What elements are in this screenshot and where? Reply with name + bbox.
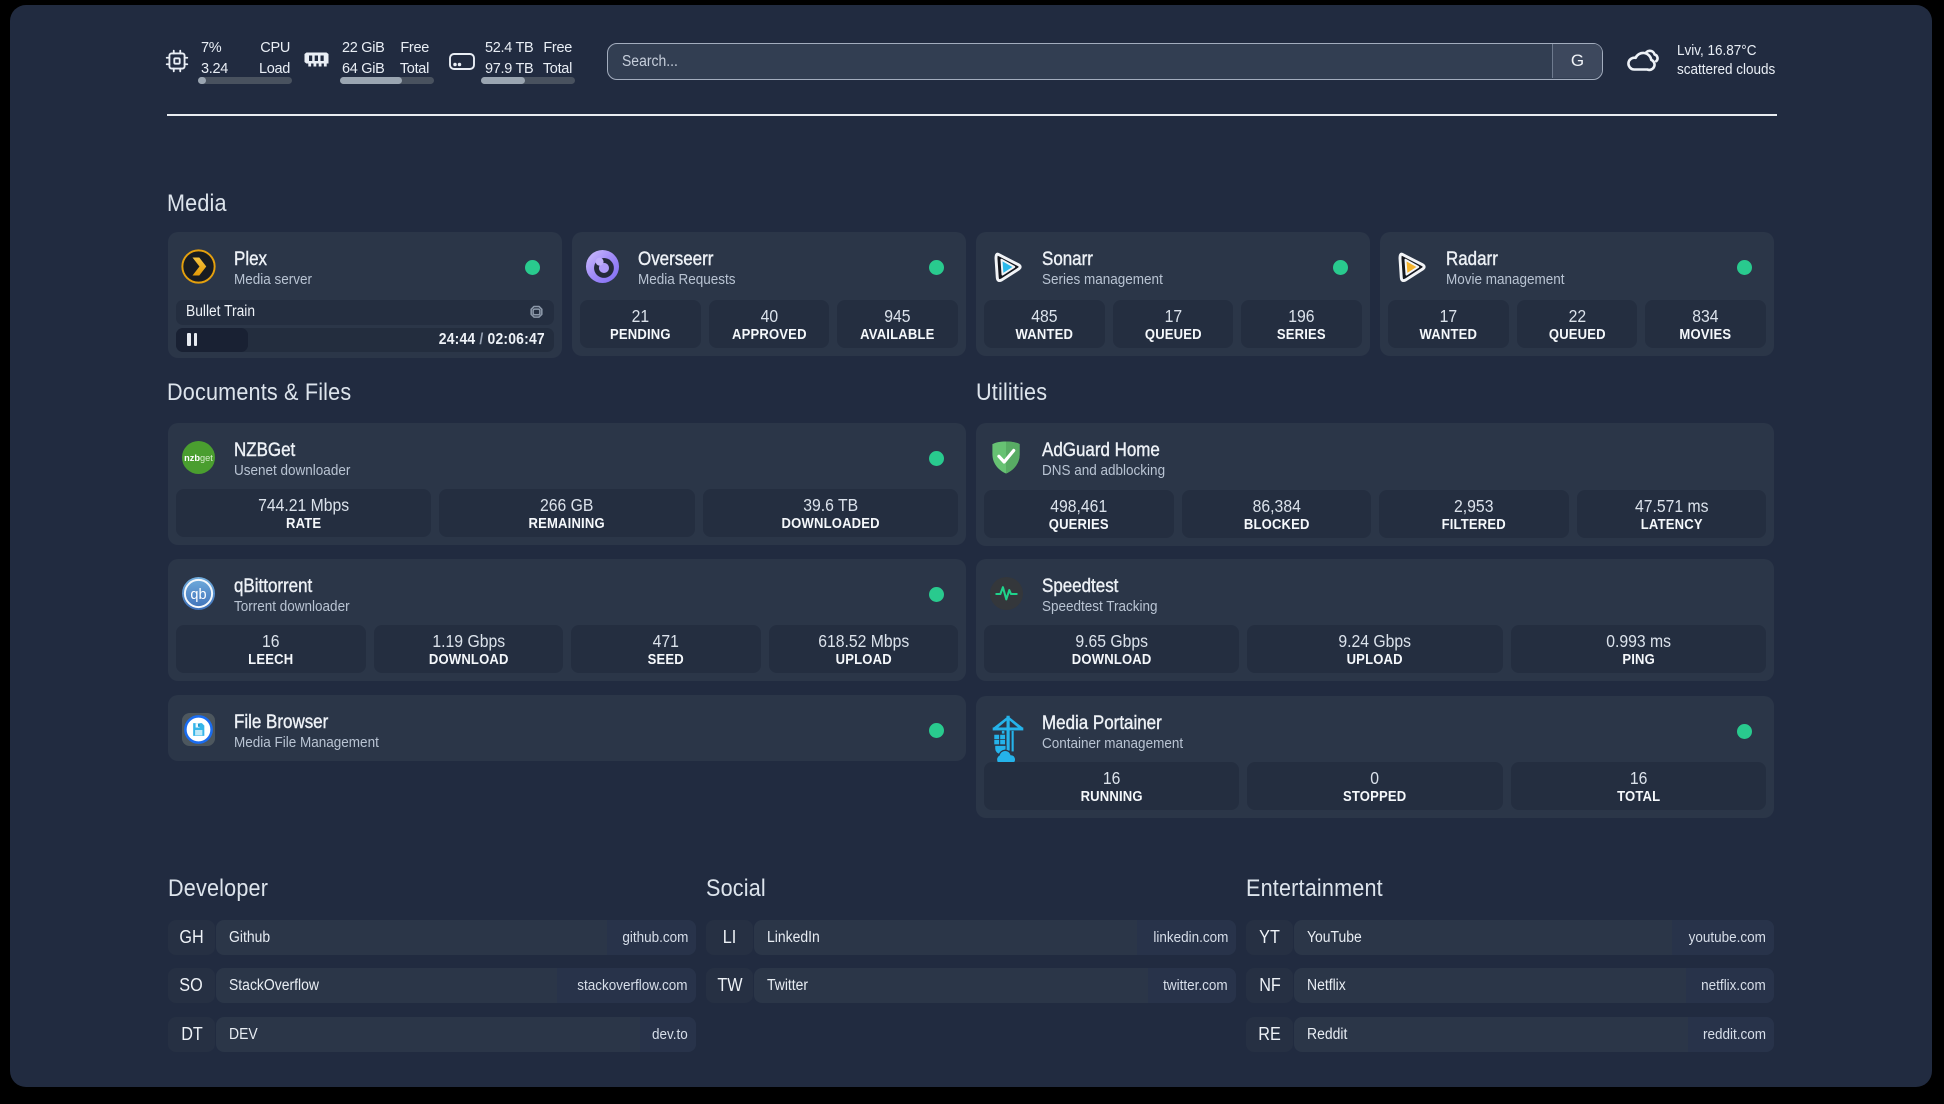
svg-text:qb: qb xyxy=(190,587,206,603)
svg-text:nzbget: nzbget xyxy=(184,453,213,463)
